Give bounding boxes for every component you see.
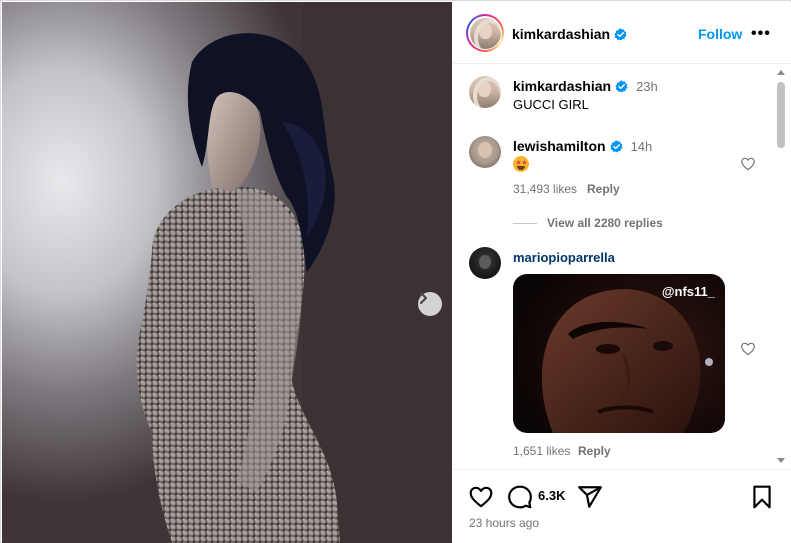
bookmark-icon[interactable]	[749, 484, 775, 510]
scroll-down-arrow-icon[interactable]	[777, 458, 785, 463]
comment-likes-count[interactable]: 1,651 likes	[513, 444, 570, 458]
post-actions-bar: 6.3K 23 hours ago	[453, 469, 791, 543]
comment-gif[interactable]: @nfs11_	[513, 274, 725, 433]
caption-time: 23h	[636, 79, 658, 94]
caption-username[interactable]: kimkardashian	[513, 78, 611, 94]
chevron-right-icon	[420, 292, 427, 304]
author-username[interactable]: kimkardashian	[512, 26, 610, 42]
verified-icon	[615, 80, 628, 93]
photo-illustration	[136, 2, 452, 543]
comments-list[interactable]: kimkardashian 23h GUCCI GIRL lewishamilto…	[453, 64, 791, 469]
post-photo[interactable]	[2, 2, 452, 543]
replies-divider	[513, 223, 537, 224]
more-options-icon[interactable]: •••	[751, 25, 771, 43]
author-avatar[interactable]	[466, 14, 504, 52]
caption-text: GUCCI GIRL	[513, 97, 589, 112]
comment-time: 14h	[630, 139, 653, 154]
post-dialog: kimkardashian Follow ••• kimkardashian 23…	[0, 0, 791, 543]
scroll-up-arrow-icon[interactable]	[777, 70, 785, 75]
view-replies-button[interactable]: View all 2280 replies	[547, 216, 663, 230]
comment-icon[interactable]	[507, 484, 533, 510]
comment-likes-count[interactable]: 31,493 likes	[513, 182, 577, 196]
post-timestamp[interactable]: 23 hours ago	[469, 516, 539, 530]
caption-avatar[interactable]	[469, 76, 501, 108]
gif-tag: @nfs11_	[661, 284, 715, 299]
reply-button[interactable]: Reply	[578, 444, 611, 458]
star-struck-emoji-icon	[513, 156, 529, 172]
comments-scrollbar[interactable]	[775, 64, 787, 469]
next-photo-button[interactable]	[418, 292, 442, 316]
comment-like-heart-icon[interactable]	[740, 156, 756, 172]
post-header: kimkardashian Follow •••	[453, 2, 791, 64]
comment-count: 6.3K	[538, 488, 566, 503]
like-heart-icon[interactable]	[468, 484, 494, 510]
reply-button[interactable]: Reply	[587, 182, 620, 196]
scrollbar-thumb[interactable]	[777, 82, 785, 148]
comment-username[interactable]: mariopioparrella	[513, 250, 615, 265]
comment-avatar[interactable]	[469, 136, 501, 168]
verified-icon	[610, 140, 623, 153]
post-side-panel: kimkardashian Follow ••• kimkardashian 23…	[453, 2, 791, 543]
share-icon[interactable]	[577, 484, 603, 510]
comment-avatar[interactable]	[469, 247, 501, 279]
author-avatar-image	[469, 17, 501, 49]
follow-button[interactable]: Follow	[698, 26, 742, 42]
comment-username[interactable]: lewishamilton	[513, 138, 606, 154]
verified-icon	[614, 28, 627, 41]
comment-like-heart-icon[interactable]	[740, 341, 756, 357]
